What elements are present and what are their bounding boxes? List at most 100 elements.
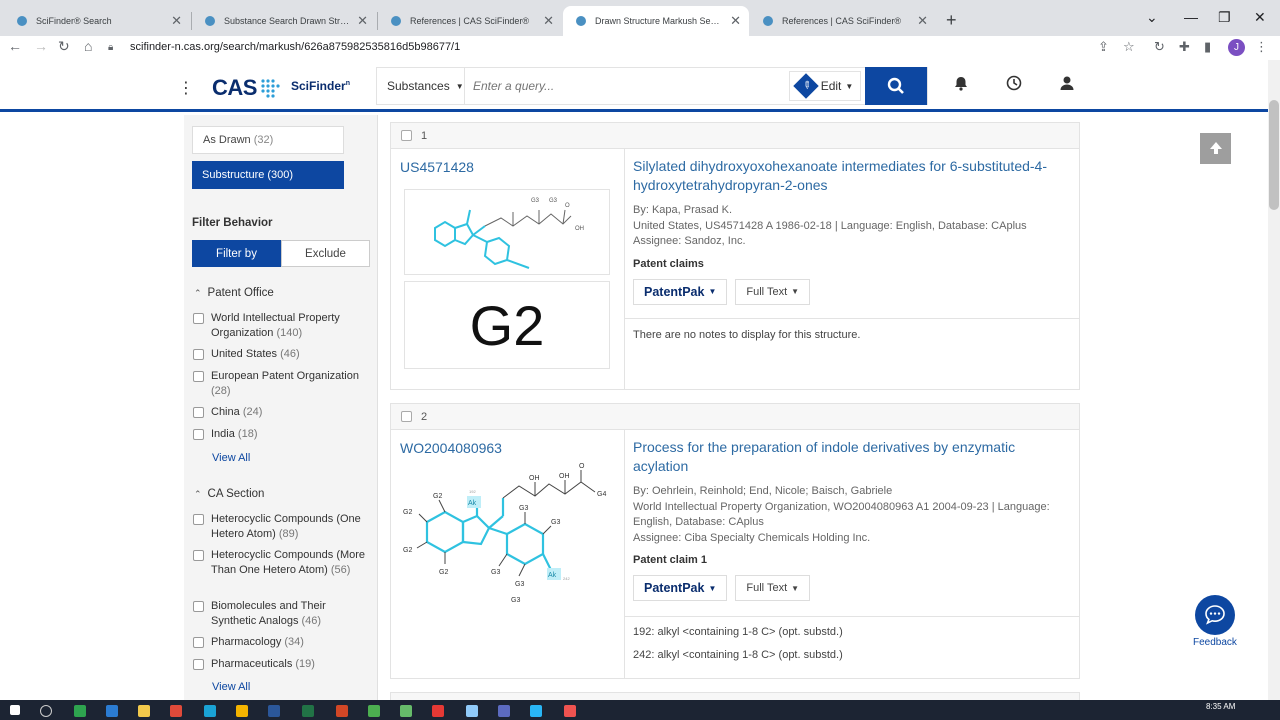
home-icon[interactable]: ⌂ — [84, 38, 92, 54]
filter-option[interactable]: Heterocyclic Compounds (One Hetero Atom)… — [193, 512, 368, 542]
app-icon[interactable] — [400, 705, 412, 717]
checkbox[interactable] — [193, 429, 204, 440]
caret-down-icon: ▼ — [791, 583, 800, 593]
filter-option[interactable]: Pharmacology (34) — [193, 635, 368, 650]
select-checkbox[interactable] — [401, 411, 412, 422]
result-title-link[interactable]: Silylated dihydroxyoxohexanoate intermed… — [633, 157, 1071, 195]
back-arrow-icon[interactable]: ← — [8, 38, 22, 54]
taskbar-clock[interactable]: 8:35 AM — [1206, 702, 1235, 711]
app-icon[interactable] — [530, 705, 542, 717]
scroll-to-top-button[interactable] — [1200, 133, 1231, 164]
browser-tab-1[interactable]: SciFinder® Search ✕ — [4, 6, 190, 36]
chrome-icon[interactable] — [170, 705, 182, 717]
close-icon[interactable]: ✕ — [730, 13, 741, 29]
checkbox[interactable] — [193, 349, 204, 360]
search-icon[interactable] — [40, 705, 52, 717]
filter-option[interactable]: European Patent Organization (28) — [193, 369, 368, 399]
substructure-tab[interactable]: Substructure (300) — [192, 161, 344, 189]
patent-office-group-header[interactable]: ⌃ Patent Office — [194, 287, 274, 299]
cas-logo[interactable]: CAS — [212, 75, 257, 101]
checkbox[interactable] — [193, 371, 204, 382]
close-icon[interactable]: ✕ — [357, 13, 368, 29]
exclude-button[interactable]: Exclude — [281, 240, 370, 267]
scrollbar-thumb[interactable] — [1269, 100, 1279, 210]
ca-section-group-header[interactable]: ⌃ CA Section — [194, 488, 264, 500]
close-icon[interactable]: ✕ — [543, 13, 554, 29]
patent-number-link[interactable]: US4571428 — [400, 159, 474, 175]
checkbox[interactable] — [193, 407, 204, 418]
search-button[interactable] — [865, 67, 927, 105]
rgroup-definition-box[interactable]: G2 — [404, 281, 610, 369]
feedback-button[interactable] — [1195, 595, 1235, 635]
checkbox[interactable] — [193, 637, 204, 648]
app-icon[interactable] — [106, 705, 118, 717]
teams-icon[interactable] — [498, 705, 510, 717]
edit-structure-button[interactable]: ✎ Edit ▼ — [789, 71, 861, 101]
patentpak-button[interactable]: PatentPak ▼ — [633, 278, 728, 305]
reload-icon[interactable]: ↻ — [58, 38, 70, 55]
filter-option[interactable]: Biomolecules and Their Synthetic Analogs… — [193, 599, 368, 629]
checkbox[interactable] — [193, 550, 204, 561]
result-title-link[interactable]: Process for the preparation of indole de… — [633, 438, 1071, 476]
app-icon[interactable] — [432, 705, 444, 717]
filter-by-button[interactable]: Filter by — [192, 240, 281, 267]
feedback-label[interactable]: Feedback — [1193, 637, 1237, 648]
browser-tab-5[interactable]: References | CAS SciFinder® ✕ — [750, 6, 936, 36]
app-icon[interactable] — [74, 705, 86, 717]
checkbox[interactable] — [193, 514, 204, 525]
excel-icon[interactable] — [302, 705, 314, 717]
tab-search-icon[interactable]: ⌄ — [1146, 9, 1158, 26]
app-icon[interactable] — [236, 705, 248, 717]
as-drawn-tab[interactable]: As Drawn (32) — [192, 126, 344, 154]
patentpak-button[interactable]: PatentPak ▼ — [633, 575, 728, 601]
filter-option[interactable]: China (24) — [193, 405, 368, 420]
full-text-button[interactable]: Full Text ▼ — [735, 575, 811, 601]
new-tab-icon[interactable]: + — [946, 10, 957, 31]
edge-icon[interactable] — [204, 705, 216, 717]
full-text-button[interactable]: Full Text ▼ — [735, 278, 811, 305]
checkbox[interactable] — [193, 659, 204, 670]
user-account-icon[interactable] — [1054, 74, 1080, 100]
browser-tab-3[interactable]: References | CAS SciFinder® ✕ — [378, 6, 562, 36]
word-icon[interactable] — [268, 705, 280, 717]
address-bar[interactable]: 🔒︎ scifinder-n.cas.org/search/markush/62… — [108, 38, 1120, 56]
filter-option[interactable]: India (18) — [193, 427, 368, 442]
forward-arrow-icon[interactable]: → — [34, 38, 48, 54]
select-checkbox[interactable] — [401, 130, 412, 141]
patent-number-link[interactable]: WO2004080963 — [400, 440, 502, 456]
share-icon[interactable]: ⇪ — [1098, 39, 1109, 55]
view-all-link[interactable]: View All — [212, 452, 250, 464]
kebab-menu-icon[interactable]: ⋮ — [178, 78, 194, 98]
search-type-dropdown[interactable]: Substances ▼ — [377, 68, 465, 104]
extension-refresh-icon[interactable]: ↻ — [1154, 39, 1165, 55]
close-icon[interactable]: ✕ — [917, 13, 928, 29]
filter-option[interactable]: United States (46) — [193, 347, 368, 362]
filter-option[interactable]: Pharmaceuticals (19) — [193, 657, 368, 672]
powerpoint-icon[interactable] — [336, 705, 348, 717]
filter-option[interactable]: Heterocyclic Compounds (More Than One He… — [193, 548, 368, 578]
filter-option[interactable]: World Intellectual Property Organization… — [193, 311, 368, 341]
checkbox[interactable] — [193, 601, 204, 612]
browser-tab-4[interactable]: Drawn Structure Markush Search | CAS ✕ — [563, 6, 749, 36]
bell-icon[interactable] — [948, 74, 974, 100]
app-icon[interactable] — [466, 705, 478, 717]
puzzle-icon[interactable]: ✚ — [1179, 39, 1190, 55]
minimize-icon[interactable]: — — [1184, 9, 1198, 25]
app-icon[interactable] — [368, 705, 380, 717]
windows-start-icon[interactable] — [10, 705, 20, 715]
profile-avatar[interactable]: J — [1228, 39, 1245, 56]
sidepanel-icon[interactable]: ▮ — [1204, 39, 1211, 55]
maximize-icon[interactable]: ❐ — [1218, 9, 1231, 26]
checkbox[interactable] — [193, 313, 204, 324]
star-icon[interactable]: ☆ — [1123, 39, 1135, 55]
view-all-link[interactable]: View All — [212, 681, 250, 693]
search-input[interactable] — [465, 68, 789, 104]
close-icon[interactable]: ✕ — [171, 13, 182, 29]
browser-tab-2[interactable]: Substance Search Drawn Structure | CAS ✕ — [192, 6, 376, 36]
menu-kebab-icon[interactable]: ⋮ — [1255, 39, 1268, 55]
file-explorer-icon[interactable] — [138, 705, 150, 717]
app-icon[interactable] — [564, 705, 576, 717]
window-close-icon[interactable]: ✕ — [1254, 9, 1266, 26]
structure-image[interactable]: G3 G3 OH O — [404, 189, 610, 275]
history-clock-icon[interactable] — [1001, 74, 1027, 100]
